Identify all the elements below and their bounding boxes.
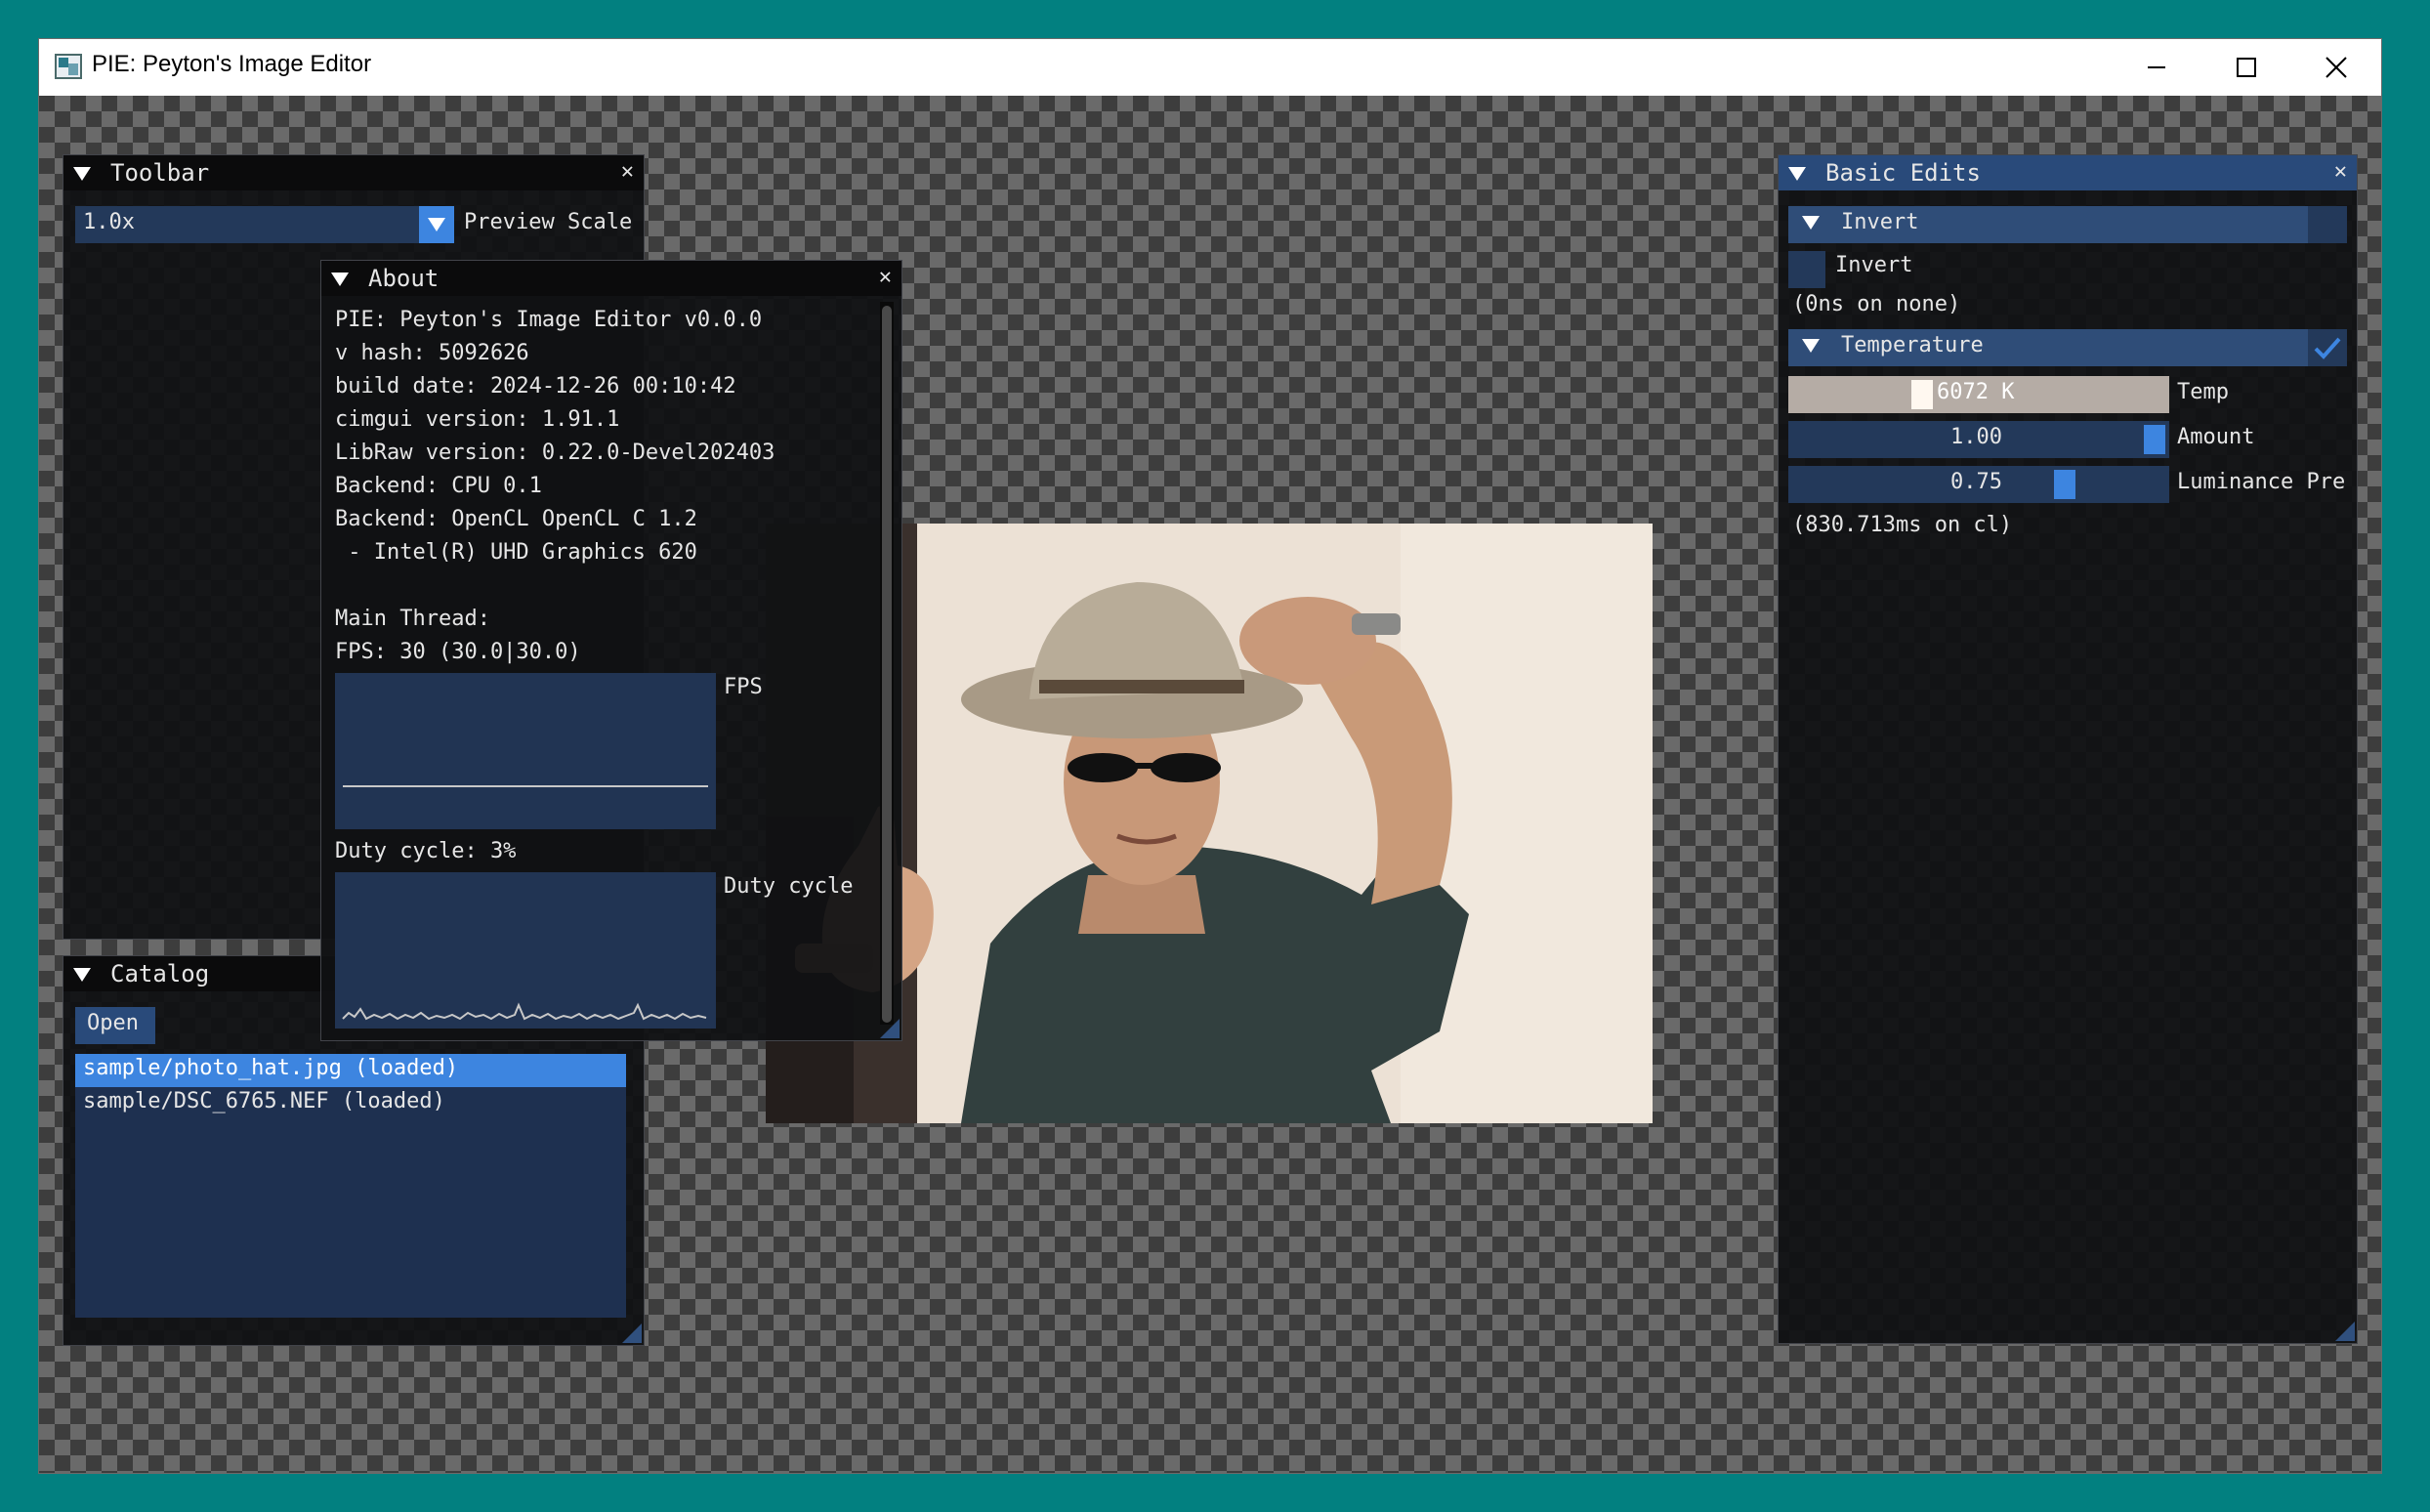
- basic-edits-panel: Basic Edits ✕ Invert Invert (0ns on none…: [1778, 154, 2358, 1344]
- libraw-version-text: LibRaw version: 0.22.0-Devel202403: [335, 441, 775, 465]
- list-item-selected[interactable]: sample/photo_hat.jpg (loaded): [75, 1054, 626, 1087]
- checkmark-icon: [2314, 337, 2341, 359]
- chevron-down-icon: [428, 218, 445, 231]
- about-scrollbar[interactable]: [880, 302, 894, 1025]
- maximize-button[interactable]: [2201, 39, 2291, 96]
- fps-plot-line: [343, 785, 708, 787]
- basic-edits-titlebar[interactable]: Basic Edits ✕: [1779, 155, 2357, 190]
- minimize-button[interactable]: [2112, 39, 2201, 96]
- version-text: PIE: Peyton's Image Editor v0.0.0: [335, 308, 763, 332]
- invert-header-label: Invert: [1841, 210, 1919, 234]
- app-window: PIE: Peyton's Image Editor Toolbar ✕ 1.0…: [39, 39, 2381, 1473]
- fps-plot[interactable]: [335, 673, 716, 829]
- close-icon: [2325, 57, 2347, 78]
- window-title: PIE: Peyton's Image Editor: [92, 51, 372, 77]
- temp-label: Temp: [2177, 380, 2229, 404]
- panel-title: Basic Edits: [1825, 159, 1981, 187]
- window-titlebar[interactable]: PIE: Peyton's Image Editor: [39, 39, 2381, 96]
- cimgui-version-text: cimgui version: 1.91.1: [335, 407, 620, 432]
- temp-slider[interactable]: 6072 K: [1788, 376, 2169, 413]
- duty-cycle-plot[interactable]: [335, 872, 716, 1029]
- resize-grip[interactable]: [2335, 1322, 2355, 1341]
- maximize-icon: [2237, 58, 2256, 77]
- collapse-triangle-icon[interactable]: [1788, 167, 1806, 181]
- collapse-triangle-icon: [1802, 339, 1820, 353]
- panel-title: About: [368, 265, 440, 292]
- invert-checkbox-label: Invert: [1835, 253, 1913, 277]
- toolbar-titlebar[interactable]: Toolbar ✕: [63, 155, 644, 190]
- collapse-triangle-icon[interactable]: [73, 968, 91, 982]
- backend-cpu-text: Backend: CPU 0.1: [335, 474, 542, 498]
- amount-label: Amount: [2177, 425, 2255, 449]
- resize-grip[interactable]: [622, 1323, 642, 1343]
- panel-title: Catalog: [110, 960, 210, 987]
- slider-grab[interactable]: [2144, 425, 2165, 454]
- catalog-list[interactable]: sample/photo_hat.jpg (loaded) sample/DSC…: [75, 1054, 626, 1318]
- image-canvas[interactable]: Toolbar ✕ 1.0x Preview Scale Catalog Ope…: [39, 96, 2381, 1473]
- collapse-triangle-icon[interactable]: [331, 273, 349, 286]
- combo-arrow-button[interactable]: [419, 206, 454, 243]
- build-date-text: build date: 2024-12-26 00:10:42: [335, 374, 736, 399]
- resize-grip[interactable]: [880, 1019, 900, 1038]
- close-icon[interactable]: ✕: [879, 265, 892, 289]
- duty-cycle-plot-label: Duty cycle: [724, 874, 854, 899]
- fps-plot-label: FPS: [724, 675, 763, 699]
- amount-slider[interactable]: 1.00: [1788, 421, 2169, 458]
- luminance-preserve-slider[interactable]: 0.75: [1788, 466, 2169, 503]
- amount-value: 1.00: [1950, 425, 2002, 449]
- list-item-label: sample/photo_hat.jpg (loaded): [83, 1056, 459, 1080]
- scrollbar-thumb[interactable]: [882, 306, 892, 1023]
- temperature-enable-checkbox[interactable]: [2308, 329, 2347, 366]
- duty-cycle-text: Duty cycle: 3%: [335, 839, 517, 863]
- slider-grab[interactable]: [1911, 380, 1933, 409]
- collapse-triangle-icon[interactable]: [73, 167, 91, 181]
- minimize-icon: [2148, 66, 2165, 68]
- close-icon[interactable]: ✕: [621, 159, 634, 184]
- gpu-device-text: - Intel(R) UHD Graphics 620: [335, 540, 697, 565]
- about-titlebar[interactable]: About ✕: [321, 261, 901, 296]
- luminance-label: Luminance Pre: [2177, 470, 2346, 494]
- preview-scale-combo[interactable]: 1.0x: [75, 206, 454, 243]
- invert-checkbox[interactable]: [1788, 251, 1825, 288]
- close-window-button[interactable]: [2291, 39, 2381, 96]
- slider-grab[interactable]: [2054, 470, 2075, 499]
- temperature-header-label: Temperature: [1841, 333, 1984, 357]
- backend-opencl-text: Backend: OpenCL OpenCL C 1.2: [335, 507, 697, 531]
- close-icon[interactable]: ✕: [2334, 159, 2347, 184]
- list-item[interactable]: sample/DSC_6765.NEF (loaded): [75, 1087, 626, 1120]
- invert-enable-checkbox[interactable]: [2308, 206, 2347, 243]
- temperature-timing-text: (830.713ms on cl): [1792, 513, 2013, 537]
- collapse-triangle-icon: [1802, 216, 1820, 230]
- about-panel: About ✕ PIE: Peyton's Image Editor v0.0.…: [320, 260, 902, 1041]
- temperature-section-header[interactable]: Temperature: [1788, 329, 2347, 366]
- temp-value: 6072 K: [1937, 380, 2015, 404]
- invert-timing-text: (0ns on none): [1792, 292, 1961, 316]
- open-button-label: Open: [87, 1011, 139, 1035]
- hash-text: v hash: 5092626: [335, 341, 529, 365]
- open-button[interactable]: Open: [75, 1007, 155, 1044]
- luminance-value: 0.75: [1950, 470, 2002, 494]
- invert-section-header[interactable]: Invert: [1788, 206, 2347, 243]
- main-thread-text: Main Thread:: [335, 607, 490, 631]
- fps-text: FPS: 30 (30.0|30.0): [335, 640, 581, 664]
- preview-scale-value: 1.0x: [83, 210, 135, 234]
- duty-cycle-plot-line: [342, 1002, 707, 1021]
- app-icon: [55, 54, 82, 79]
- preview-scale-label: Preview Scale: [464, 210, 633, 234]
- list-item-label: sample/DSC_6765.NEF (loaded): [83, 1089, 445, 1113]
- panel-title: Toolbar: [110, 159, 210, 187]
